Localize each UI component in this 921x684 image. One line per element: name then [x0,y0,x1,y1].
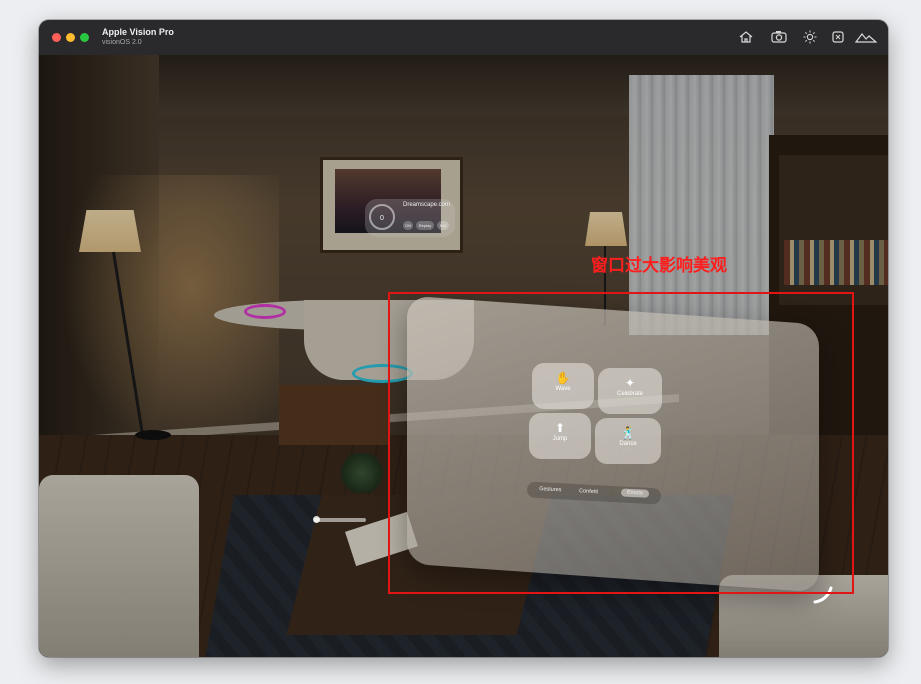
minimize-button[interactable] [66,33,75,42]
background-panel-button-exit[interactable]: Exit [437,221,449,230]
background-panel-title: Dreamscape.com [403,202,451,208]
home-icon[interactable] [738,29,756,45]
window-subtitle: visionOS 2.0 [102,39,142,46]
environment-icon[interactable] [854,29,878,45]
window-close-dot[interactable] [313,516,320,523]
immersive-scene: 0 Dreamscape.com ON Replay Exit ✋ Wave ✦… [39,55,888,657]
simulator-window: Apple Vision Pro visionOS 2.0 0 Dreamsca… [39,20,888,657]
zoom-button[interactable] [80,33,89,42]
annotation-note: 窗口过大影响美观 [591,256,727,276]
brightness-icon[interactable] [802,29,820,45]
background-panel-button-on[interactable]: ON [403,221,413,230]
close-button[interactable] [52,33,61,42]
window-title: Apple Vision Pro [102,27,174,37]
window-grabber-bar[interactable] [314,518,366,522]
title-bar: Apple Vision Pro visionOS 2.0 [39,20,888,56]
capture-icon[interactable] [830,29,848,45]
background-panel-button-replay[interactable]: Replay [416,221,434,230]
annotation-box [388,292,854,594]
background-panel-ring: 0 [369,204,395,230]
camera-icon[interactable] [770,29,788,45]
